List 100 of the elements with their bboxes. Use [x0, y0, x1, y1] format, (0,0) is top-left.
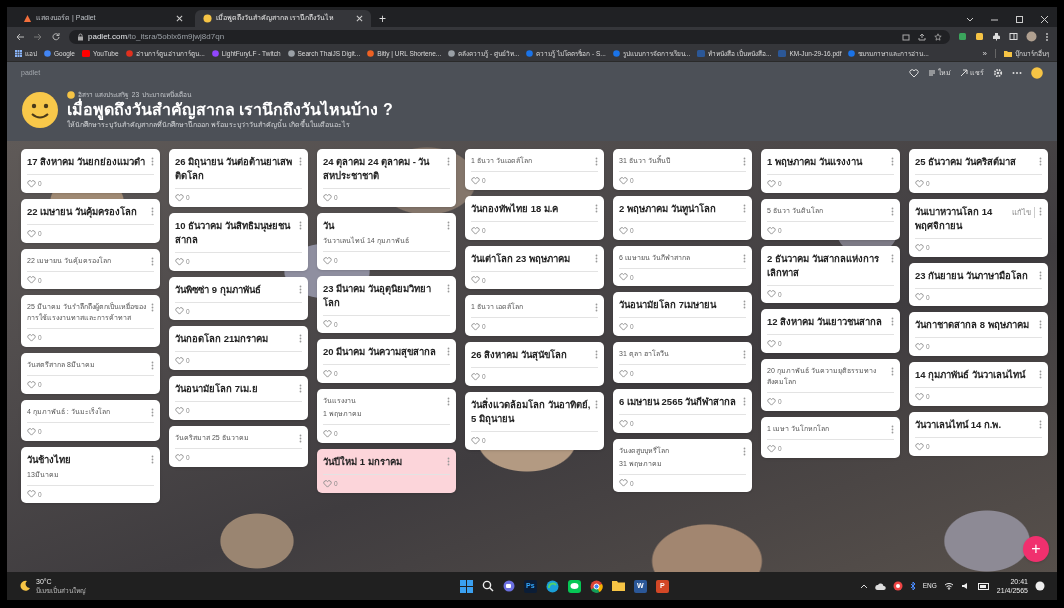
more-icon[interactable]	[151, 361, 154, 370]
more-icon[interactable]	[595, 253, 598, 263]
browser-app-icon[interactable]	[545, 579, 559, 593]
bluetooth-icon[interactable]	[909, 581, 916, 591]
caret-icon[interactable]	[859, 583, 868, 589]
search-icon[interactable]	[481, 580, 494, 592]
more-icon[interactable]	[595, 303, 598, 313]
battery-icon[interactable]	[977, 582, 990, 590]
sidebar-icon[interactable]	[1009, 32, 1018, 41]
more-icon[interactable]	[891, 206, 894, 216]
more-icon[interactable]	[447, 397, 450, 406]
close-icon[interactable]	[176, 15, 183, 22]
more-icon[interactable]	[1039, 320, 1042, 330]
circle-icon	[44, 50, 51, 57]
post-title: วันสิ่งแวดล้อมโลก วันอาทิตย์, 5 มิถุนายน	[471, 397, 591, 426]
post-title: วันเบาหวานโลก 14 พฤศจิกายน	[915, 204, 994, 233]
wifi-icon[interactable]	[943, 582, 954, 590]
back-icon[interactable]	[15, 31, 25, 42]
circle-icon[interactable]	[892, 581, 903, 591]
cloud-icon[interactable]	[874, 582, 886, 590]
more-icon[interactable]	[595, 203, 598, 213]
browser-app-icon[interactable]	[589, 579, 603, 593]
new-tab-button[interactable]: +	[375, 13, 390, 27]
more-icon[interactable]	[891, 253, 894, 263]
moon-icon[interactable]	[19, 580, 31, 592]
more-icon[interactable]	[1039, 270, 1042, 280]
more-icon[interactable]	[1039, 419, 1042, 429]
caret-icon[interactable]	[966, 15, 974, 24]
more-icon[interactable]	[151, 407, 154, 417]
more-icon[interactable]	[299, 157, 302, 166]
more-icon[interactable]	[891, 157, 894, 166]
more-icon[interactable]	[151, 454, 154, 464]
address-bar[interactable]: padlet.com/to_itsra/5oblx6m9jwj8d7qn	[69, 29, 950, 44]
more-icon[interactable]	[595, 350, 598, 359]
more-icon[interactable]	[447, 283, 450, 293]
more-icon[interactable]	[743, 350, 746, 359]
folder-icon[interactable]	[611, 580, 625, 592]
post-title: 1 พฤษภาคม วันแรงงาน	[767, 155, 864, 169]
more-icon[interactable]	[299, 334, 302, 344]
post-title: วันช้างไทย	[27, 452, 72, 467]
more-icon[interactable]	[595, 157, 598, 166]
more-icon[interactable]	[447, 347, 450, 357]
video-chat-icon[interactable]	[502, 580, 515, 592]
post-title: วันกอดโลก 21มกราคม	[175, 332, 270, 347]
more-icon[interactable]	[891, 367, 894, 376]
more-icon[interactable]	[447, 157, 450, 166]
more-icon[interactable]	[151, 256, 154, 266]
more-icon[interactable]	[743, 253, 746, 263]
more-icon[interactable]	[151, 157, 154, 166]
maximize-icon[interactable]	[1015, 15, 1024, 24]
more-icon[interactable]	[1039, 206, 1042, 216]
more-icon[interactable]	[299, 284, 302, 294]
circle-icon	[125, 50, 133, 57]
post-title: 26 มิถุนายน วันต่อต้านยาเสพติดโลก	[175, 155, 293, 183]
share-icon[interactable]	[918, 32, 926, 41]
more-icon[interactable]	[891, 317, 894, 327]
chat-app-icon[interactable]	[567, 579, 581, 593]
install-icon[interactable]	[902, 32, 910, 41]
more-icon[interactable]	[743, 446, 746, 456]
post-title: วันอนามัยโลก 7เม.ย	[175, 382, 259, 396]
more-icon[interactable]	[299, 433, 302, 443]
avatar-icon[interactable]	[1026, 31, 1037, 42]
more-icon[interactable]	[151, 303, 154, 313]
more-icon[interactable]	[447, 220, 450, 230]
forward-icon[interactable]	[33, 31, 43, 42]
add-post-button[interactable]: +	[1023, 536, 1049, 562]
close-icon[interactable]	[1040, 15, 1049, 24]
more-icon[interactable]	[743, 157, 746, 166]
more-bookmarks-button[interactable]: »	[982, 47, 987, 60]
more-icon[interactable]	[595, 399, 598, 409]
avatar-icon[interactable]	[1031, 67, 1043, 79]
notification-icon[interactable]	[1035, 581, 1045, 591]
windows-start-icon[interactable]	[459, 579, 473, 593]
more-icon[interactable]	[743, 203, 746, 213]
url-text: padlet.com/to_itsra/5oblx6m9jwj8d7qn	[88, 30, 225, 43]
post-title: วันเต่าโลก 23 พฤษภาคม	[471, 251, 571, 266]
grid-icon	[15, 50, 22, 57]
post-title: 14 กุมภาพันธ์ วันวาเลนไทน์	[915, 368, 1027, 382]
circle-icon	[367, 50, 375, 57]
more-icon[interactable]	[299, 220, 302, 230]
more-icon[interactable]	[1039, 370, 1042, 379]
post-title: วันพิซซ่า 9 กุมภาพันธ์	[175, 282, 262, 297]
square-icon	[81, 50, 90, 57]
more-icon[interactable]	[743, 300, 746, 310]
board-title: เมื่อพูดถึงวันสำคัญสากล เรานึกถึงวันไหนบ้าง ?	[67, 99, 393, 120]
more-icon[interactable]	[891, 424, 894, 434]
more-icon[interactable]	[1045, 31, 1049, 42]
reload-icon[interactable]	[51, 31, 61, 42]
post-title: 23 มีนาคม วันอุตุนิยมวิทยาโลก	[323, 281, 432, 310]
more-icon[interactable]	[151, 206, 154, 216]
post-title: 25 ธันวาคม วันคริสต์มาส	[915, 155, 1017, 169]
more-icon[interactable]	[743, 396, 746, 406]
circle-icon	[448, 50, 456, 57]
more-icon[interactable]	[1039, 157, 1042, 166]
star-icon[interactable]	[934, 32, 942, 41]
settings-icon[interactable]	[993, 68, 1003, 78]
more-icon[interactable]	[1012, 71, 1022, 75]
more-icon[interactable]	[299, 384, 302, 393]
close-icon[interactable]	[356, 15, 363, 22]
post-title: 23 กันยายน วันภาษามือโลก	[915, 268, 1029, 283]
